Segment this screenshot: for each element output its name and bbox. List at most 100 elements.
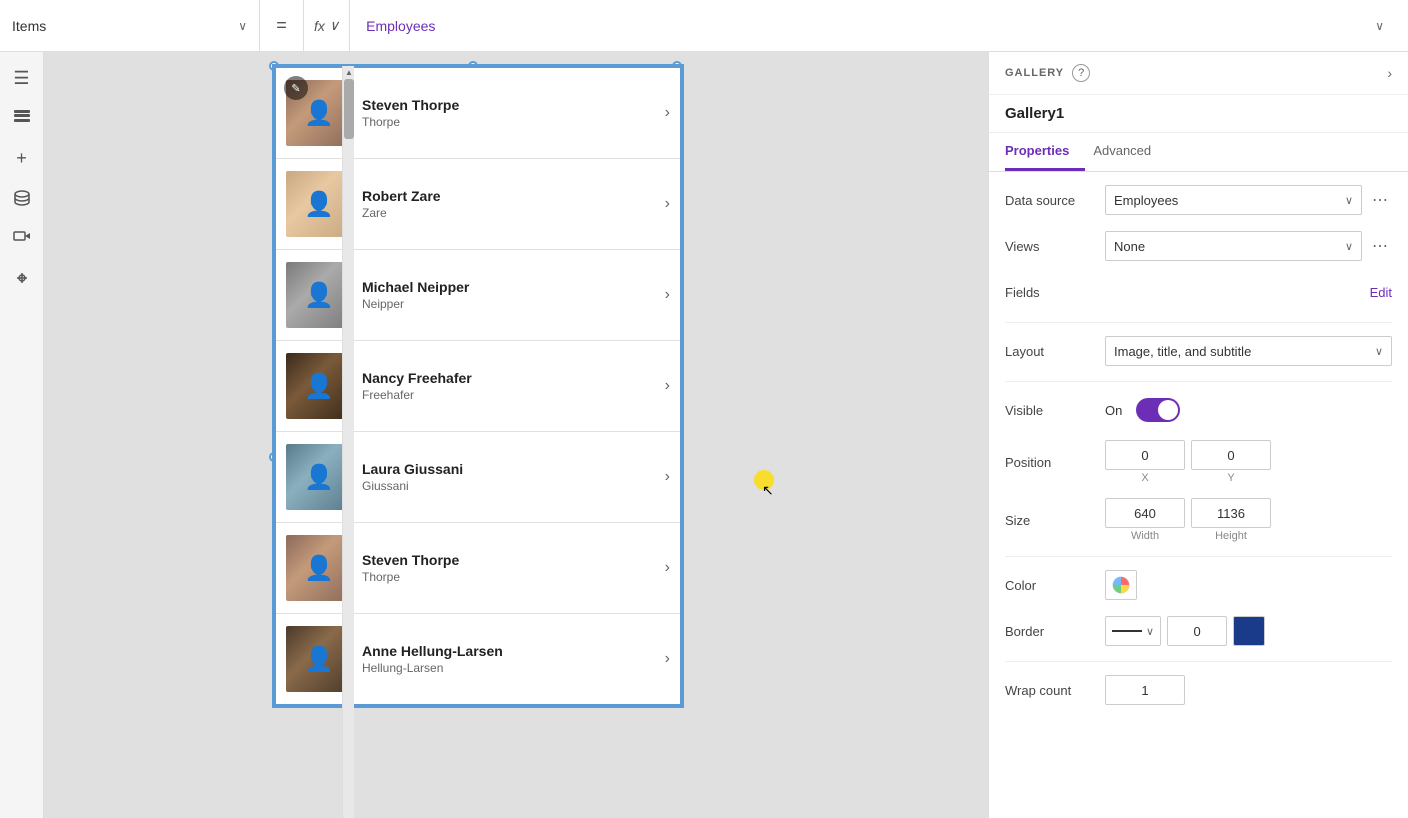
visible-row: Visible On [1005,394,1392,426]
divider-3 [1005,556,1392,557]
data-source-more-button[interactable]: ⋯ [1368,188,1392,212]
gallery-item[interactable]: 👤 Anne Hellung-Larsen Hellung-Larsen › [276,614,680,704]
border-style-chevron-icon: ∨ [1146,625,1154,638]
gallery-item-text-6: Steven Thorpe Thorpe [352,552,665,584]
edit-overlay-icon: ✎ [284,76,308,100]
main-layout: ☰ + ✎ 👤 [0,52,1408,818]
sidebar-tools-icon[interactable] [4,260,40,296]
size-height-input[interactable] [1191,498,1271,528]
gallery-item-subtitle-2: Zare [362,206,655,220]
visible-toggle[interactable] [1136,398,1180,422]
visible-control: On [1105,398,1392,422]
gallery-item-title-7: Anne Hellung-Larsen [362,643,655,659]
right-panel: GALLERY ? › Gallery1 Properties Advanced… [988,52,1408,818]
position-y-input[interactable] [1191,440,1271,470]
fields-edit-link[interactable]: Edit [1370,285,1392,300]
formula-chevron-icon[interactable]: ∨ [1375,19,1392,33]
gallery-item[interactable]: 👤 Robert Zare Zare › [276,159,680,250]
size-row: Size Width Height [1005,498,1392,542]
gallery-item-subtitle-4: Freehafer [362,388,655,402]
position-label: Position [1005,455,1105,470]
views-more-button[interactable]: ⋯ [1368,234,1392,258]
data-source-row: Data source Employees ∨ ⋯ [1005,184,1392,216]
position-x-group: X [1105,440,1185,484]
gallery-item-title-2: Robert Zare [362,188,655,204]
layout-control: Image, title, and subtitle ∨ [1105,336,1392,366]
gallery-item-chevron-2: › [665,195,670,213]
layout-dropdown[interactable]: Image, title, and subtitle ∨ [1105,336,1392,366]
gallery-item[interactable]: ✎ 👤 Steven Thorpe Thorpe › [276,68,680,159]
gallery-item-text-1: Steven Thorpe Thorpe [352,97,665,129]
position-x-input[interactable] [1105,440,1185,470]
toggle-thumb [1158,400,1178,420]
border-line [1112,630,1142,632]
gallery-item-chevron-6: › [665,559,670,577]
gallery-item[interactable]: 👤 Michael Neipper Neipper › [276,250,680,341]
scroll-up-icon[interactable]: ▲ [343,66,355,78]
data-source-control: Employees ∨ ⋯ [1105,185,1392,215]
gallery-item[interactable]: 👤 Nancy Freehafer Freehafer › [276,341,680,432]
left-sidebar: ☰ + [0,52,44,818]
color-swatch[interactable] [1105,570,1137,600]
views-control: None ∨ ⋯ [1105,231,1392,261]
border-color-swatch[interactable] [1233,616,1265,646]
scroll-bar[interactable]: ▲ ▼ [342,66,354,818]
gallery-component[interactable]: ✎ 👤 Steven Thorpe Thorpe › 👤 Robert Zare… [274,66,682,706]
data-source-value: Employees [1114,193,1178,208]
panel-tabs: Properties Advanced [989,133,1408,172]
sidebar-database-icon[interactable] [4,180,40,216]
gallery-item-title-4: Nancy Freehafer [362,370,655,386]
views-dropdown[interactable]: None ∨ [1105,231,1362,261]
border-width-input[interactable] [1167,616,1227,646]
sidebar-add-icon[interactable]: + [4,140,40,176]
gallery-item-text-5: Laura Giussani Giussani [352,461,665,493]
size-control: Width Height [1105,498,1392,542]
fx-button[interactable]: fx ∨ [304,0,350,52]
wrap-count-label: Wrap count [1005,683,1105,698]
canvas-area[interactable]: ✎ 👤 Steven Thorpe Thorpe › 👤 Robert Zare… [44,52,988,818]
gallery-item-chevron-4: › [665,377,670,395]
panel-title: GALLERY [1005,67,1064,79]
layout-chevron-icon: ∨ [1375,345,1383,358]
panel-expand-icon[interactable]: › [1387,65,1392,81]
tab-advanced[interactable]: Advanced [1093,133,1167,171]
formula-value: Employees [366,18,435,34]
gallery-item-chevron-1: › [665,104,670,122]
border-control: ∨ [1105,616,1392,646]
fields-control: Edit [1105,285,1392,300]
gallery-item[interactable]: 👤 Steven Thorpe Thorpe › [276,523,680,614]
formula-bar[interactable]: Employees ∨ [350,0,1408,52]
items-chevron-icon: ∨ [238,19,247,33]
panel-help-icon[interactable]: ? [1072,64,1090,82]
visible-label: Visible [1005,403,1105,418]
sidebar-media-icon[interactable] [4,220,40,256]
size-width-input[interactable] [1105,498,1185,528]
gallery-item-text-3: Michael Neipper Neipper [352,279,665,311]
data-source-label: Data source [1005,193,1105,208]
wrap-count-input[interactable] [1105,675,1185,705]
border-row: Border ∨ [1005,615,1392,647]
gallery-item-subtitle-7: Hellung-Larsen [362,661,655,675]
visible-value: On [1105,403,1122,418]
size-width-group: Width [1105,498,1185,542]
cursor-arrow: ↖ [762,482,774,499]
divider-4 [1005,661,1392,662]
layout-label: Layout [1005,344,1105,359]
position-y-label: Y [1227,472,1234,484]
divider-1 [1005,322,1392,323]
items-dropdown[interactable]: Items ∨ [0,0,260,52]
tab-properties[interactable]: Properties [1005,133,1085,171]
sidebar-layers-icon[interactable] [4,100,40,136]
size-label: Size [1005,513,1105,528]
fields-label: Fields [1005,285,1105,300]
top-bar: Items ∨ = fx ∨ Employees ∨ [0,0,1408,52]
wrap-count-row: Wrap count [1005,674,1392,706]
border-style-dropdown[interactable]: ∨ [1105,616,1161,646]
data-source-dropdown[interactable]: Employees ∨ [1105,185,1362,215]
scroll-thumb[interactable] [344,79,354,139]
gallery-item-title-6: Steven Thorpe [362,552,655,568]
sidebar-menu-icon[interactable]: ☰ [4,60,40,96]
gallery-item[interactable]: 👤 Laura Giussani Giussani › [276,432,680,523]
gallery-item-subtitle-5: Giussani [362,479,655,493]
views-chevron-icon: ∨ [1345,240,1353,253]
